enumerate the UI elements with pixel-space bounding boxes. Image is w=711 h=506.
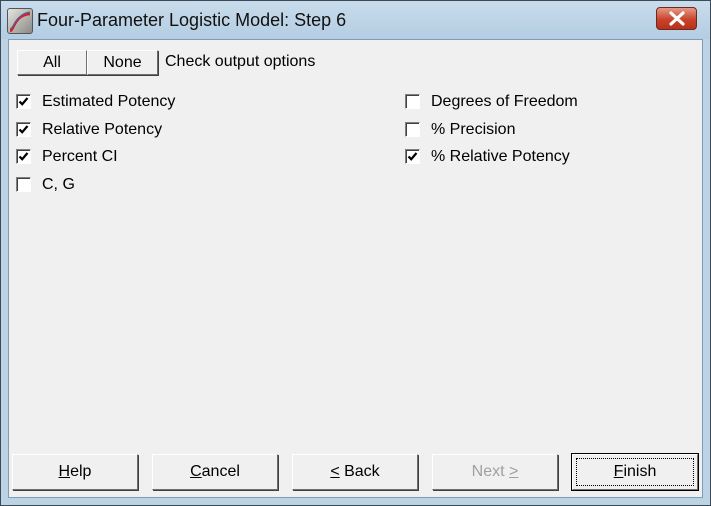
checkbox-label: % Precision: [431, 120, 516, 138]
next-label: Next: [471, 463, 509, 480]
close-button[interactable]: [656, 7, 697, 30]
cancel-mnemonic: C: [190, 463, 202, 480]
checkbox[interactable]: [16, 121, 31, 137]
window-title: Four-Parameter Logistic Model: Step 6: [37, 10, 347, 30]
checkbox[interactable]: [16, 94, 31, 109]
cancel-label: ancel: [201, 463, 240, 480]
next-button[interactable]: Next >: [432, 454, 558, 490]
back-label: Back: [339, 463, 380, 480]
instruction-label: Check output options: [165, 53, 316, 70]
checkmark-icon: [407, 152, 418, 161]
checkbox-label: C, G: [42, 175, 75, 193]
checkmark-icon: [18, 152, 29, 161]
checkbox-label: % Relative Potency: [431, 148, 570, 165]
dialog-content: All None Check output options Estimated …: [8, 39, 703, 498]
help-label: elp: [70, 463, 92, 480]
checkbox-label: Percent CI: [42, 148, 118, 165]
title-bar[interactable]: Four-Parameter Logistic Model: Step 6: [1, 1, 710, 39]
checkbox[interactable]: [405, 121, 420, 137]
cancel-button[interactable]: Cancel: [152, 454, 278, 490]
checkmark-icon: [18, 97, 29, 106]
select-all-button[interactable]: All: [17, 50, 87, 75]
checkmark-icon: [18, 124, 29, 134]
dialog-window: Four-Parameter Logistic Model: Step 6 Al…: [0, 0, 711, 506]
next-mnemonic: >: [509, 463, 519, 480]
back-button[interactable]: < Back: [292, 454, 418, 490]
checkbox[interactable]: [405, 94, 420, 109]
checkbox[interactable]: [405, 149, 420, 164]
close-icon: [669, 11, 685, 26]
back-mnemonic: <: [330, 463, 340, 480]
select-none-button[interactable]: None: [87, 50, 158, 75]
help-button[interactable]: Help: [12, 454, 138, 490]
finish-button[interactable]: Finish: [571, 453, 699, 491]
checkbox-label: Relative Potency: [42, 120, 163, 138]
checkbox-label: Degrees of Freedom: [431, 93, 578, 110]
app-logistic-curve-icon: [7, 8, 33, 34]
checkbox[interactable]: [16, 149, 31, 164]
help-mnemonic: H: [58, 463, 71, 480]
checkbox-label: Estimated Potency: [42, 93, 176, 110]
checkbox[interactable]: [16, 176, 31, 192]
focus-rectangle: [576, 458, 694, 486]
